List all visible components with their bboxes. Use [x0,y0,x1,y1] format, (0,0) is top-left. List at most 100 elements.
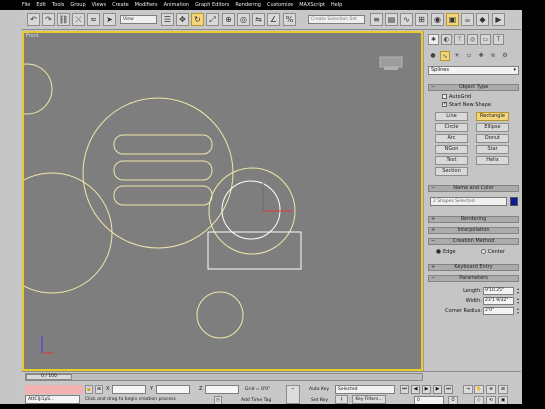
go-to-start-icon[interactable]: ⏮ [400,385,409,394]
modify-tab-icon[interactable]: ◐ [441,34,452,45]
rendering-rollout[interactable]: + Rendering [428,216,519,223]
activeshade-icon[interactable]: ▶ [492,13,505,26]
spinner-icon[interactable]: ▴ ▾ [517,297,519,305]
time-slider-thumb[interactable]: 0 / 100 [26,374,72,380]
hierarchy-tab-icon[interactable]: ⊤ [454,34,465,45]
object-type-rollout[interactable]: − Object Type [428,84,519,91]
rounded-rectangle-shape[interactable] [113,160,213,181]
menu-customize[interactable]: Customize [267,1,293,9]
menu-edit[interactable]: Edit [36,1,46,9]
menu-rendering[interactable]: Rendering [235,1,261,9]
select-scale-icon[interactable]: ⤢ [206,13,219,26]
name-and-color-rollout[interactable]: − Name and Color [428,185,519,192]
menu-create[interactable]: Create [112,1,129,9]
edge-radio[interactable]: Edge [436,249,456,255]
width-input[interactable]: 23'1 9/32" [483,297,514,305]
z-coord-input[interactable] [205,385,239,394]
x-coord-input[interactable] [112,385,146,394]
arc-button[interactable]: Arc [435,134,468,143]
menu-views[interactable]: Views [92,1,106,9]
zoom-icon[interactable]: ⊕ [486,385,496,394]
parameters-rollout[interactable]: − Parameters [428,275,519,282]
time-slider[interactable]: 0 / 100 [25,373,423,381]
ellipse-button[interactable]: Ellipse [476,123,509,132]
space-warps-icon[interactable]: ≋ [488,51,498,61]
display-tab-icon[interactable]: ▭ [480,34,491,45]
key-mode-icon[interactable]: ⌁ [286,385,300,404]
undo-icon[interactable]: ↶ [27,13,40,26]
ngon-button[interactable]: NGon [435,145,468,154]
menu-maxscript[interactable]: MAXScript [299,1,325,9]
viewcube-icon[interactable] [379,56,403,70]
key-selection-select[interactable]: Selected [335,385,395,394]
corner-radius-input[interactable]: 2'0" [483,307,514,315]
rounded-rectangle-shape[interactable] [113,134,213,155]
mirror-icon[interactable]: ⇋ [252,13,265,26]
add-time-tag[interactable]: Add Time Tag [241,397,271,404]
star-button[interactable]: Star [476,145,509,154]
auto-key-button[interactable]: Auto Key [309,386,329,393]
previous-frame-icon[interactable]: ◀ [411,385,420,394]
line-button[interactable]: Line [435,112,468,121]
menu-tools[interactable]: Tools [52,1,64,9]
reference-coord-icon[interactable]: ⊕ [222,13,235,26]
menu-group[interactable]: Group [70,1,85,9]
donut-button[interactable]: Donut [476,134,509,143]
helix-button[interactable]: Helix [476,156,509,165]
absolute-mode-icon[interactable]: ⊞ [95,385,103,394]
systems-icon[interactable]: ⚙ [500,51,510,61]
utilities-tab-icon[interactable]: T [493,34,504,45]
material-editor-icon[interactable]: ◉ [431,13,444,26]
render-scene-icon[interactable]: ▣ [446,13,459,26]
circle-shape[interactable] [24,172,113,294]
geometry-icon[interactable]: ● [428,51,438,61]
zoom-all-icon[interactable]: ⊞ [498,385,508,394]
spinner-icon[interactable]: ▴ ▾ [517,287,519,295]
lock-selection-icon[interactable]: 🔒 [85,385,93,394]
key-icon[interactable]: ⚷ [335,395,348,404]
cameras-icon[interactable]: ▫ [464,51,474,61]
pan-icon[interactable]: ✋ [474,385,484,394]
create-tab-icon[interactable]: ✱ [428,34,439,45]
keyboard-entry-rollout[interactable]: + Keyboard Entry [428,264,519,271]
spinner-icon[interactable]: ▴ ▾ [517,307,519,315]
unlink-icon[interactable]: ⤫ [72,13,85,26]
set-key-button[interactable]: Set Key [311,397,328,404]
schematic-view-icon[interactable]: ⊞ [415,13,428,26]
circle-shape[interactable] [24,63,53,115]
named-selection-set-field[interactable]: Create Selection Set [308,15,365,24]
go-to-end-icon[interactable]: ⏭ [444,385,453,394]
length-input[interactable]: 9'10.25" [483,287,514,295]
selected-circle-shape[interactable] [221,180,281,240]
select-rotate-icon[interactable]: ↻ [191,13,204,26]
menu-file[interactable]: File [22,1,30,9]
motion-tab-icon[interactable]: ◎ [467,34,478,45]
menu-graph-editors[interactable]: Graph Editors [195,1,229,9]
quick-render-icon[interactable]: ☕ [461,13,474,26]
play-icon[interactable]: ▶ [422,385,431,394]
maxscript-field[interactable]: AttCIJi1pS... [25,395,80,404]
category-dropdown[interactable]: Splines ▾ [428,66,519,75]
menu-help[interactable]: Help [331,1,342,9]
start-new-shape-checkbox[interactable]: Start New Shape [442,102,491,108]
selection-filter-select[interactable]: View [120,15,157,24]
circle-shape[interactable] [82,97,234,249]
lights-icon[interactable]: ☀ [452,51,462,61]
creation-method-rollout[interactable]: − Creation Method [428,238,519,245]
select-move-icon[interactable]: ✥ [176,13,189,26]
bind-space-warp-icon[interactable]: ≈ [87,13,100,26]
y-coord-input[interactable] [156,385,190,394]
text-button[interactable]: Text [435,156,468,165]
key-mode-toggle-icon[interactable]: ⇥ [463,385,473,394]
curve-editor-icon[interactable]: ∿ [400,13,413,26]
align-icon[interactable]: ≡ [370,13,383,26]
shapes-icon[interactable]: ∿ [440,51,450,61]
autogrid-checkbox[interactable]: AutoGrid [442,94,471,100]
maxscript-listener-mini[interactable] [25,385,83,394]
menu-animation[interactable]: Animation [164,1,190,9]
center-radio[interactable]: Center [481,249,505,255]
viewport-canvas[interactable] [24,33,421,369]
render-last-icon[interactable]: ◆ [476,13,489,26]
select-link-icon[interactable]: ⛓ [57,13,70,26]
circle-button[interactable]: Circle [435,123,468,132]
